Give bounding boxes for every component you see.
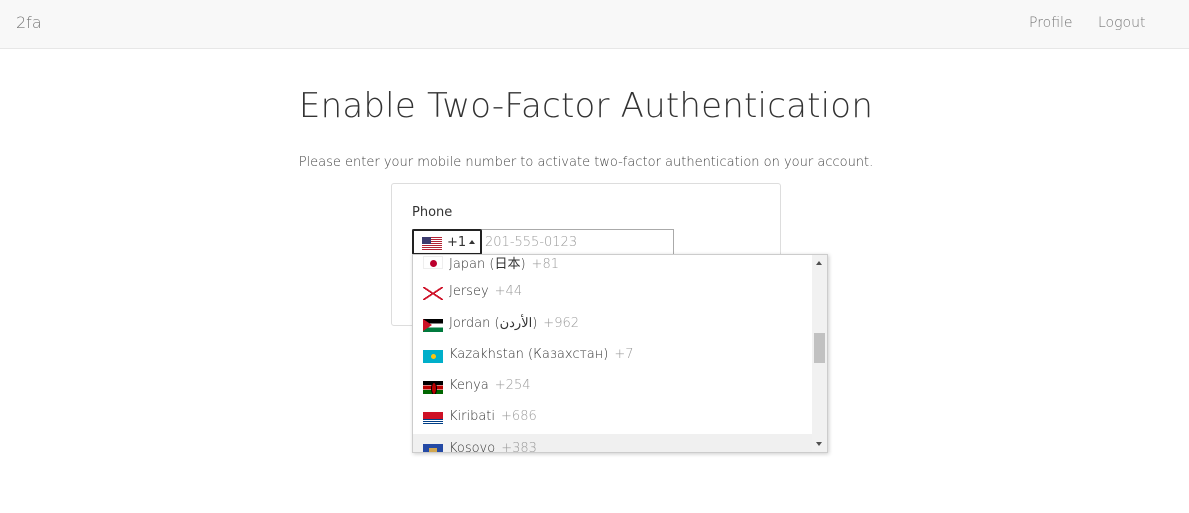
nav-link-profile[interactable]: Profile xyxy=(1029,15,1073,31)
country-option-kazakhstan[interactable]: Kazakhstan (Казахстан) +7 xyxy=(413,340,813,371)
dropdown-scrollbar[interactable] xyxy=(812,255,827,452)
country-dropdown[interactable]: Japan (日本) +81 Jersey +44 Jordan (الأردن) +… xyxy=(412,254,828,453)
caret-up-icon xyxy=(469,240,475,244)
country-name: Kazakhstan (Казахстан) xyxy=(449,346,609,362)
nav-link-logout[interactable]: Logout xyxy=(1098,15,1145,31)
country-list: Japan (日本) +81 Jersey +44 Jordan (الأردن) +… xyxy=(413,255,813,453)
country-option-kenya[interactable]: Kenya +254 xyxy=(413,371,813,402)
country-name: Japan (日本) xyxy=(449,257,526,272)
scroll-down-arrow-icon[interactable] xyxy=(816,442,822,446)
je-flag-icon xyxy=(423,287,443,301)
page-title: Enable Two-Factor Authentication xyxy=(298,86,874,126)
country-name: Kiribati xyxy=(449,409,496,425)
country-code-selector[interactable]: +1 xyxy=(412,229,482,255)
country-option-kosovo[interactable]: Kosovo +383 xyxy=(413,433,813,453)
country-name: Kenya xyxy=(449,378,489,394)
country-dial-code: +7 xyxy=(614,346,634,362)
us-flag-icon xyxy=(422,237,442,250)
country-dial-code: +44 xyxy=(494,284,523,300)
country-name: Jersey xyxy=(449,284,489,300)
kz-flag-icon xyxy=(423,349,443,363)
country-dial-code: +383 xyxy=(501,440,537,453)
selected-dial-code: +1 xyxy=(447,235,467,250)
jo-flag-icon xyxy=(423,318,443,332)
country-dial-code: +686 xyxy=(501,409,537,425)
navbar: 2fa Profile Logout xyxy=(0,0,1189,49)
country-name: Kosovo xyxy=(449,440,496,453)
country-option-japan[interactable]: Japan (日本) +81 xyxy=(413,255,813,277)
country-name: Jordan (الأردن) xyxy=(449,315,538,331)
scrollbar-thumb[interactable] xyxy=(814,333,825,363)
country-dial-code: +962 xyxy=(543,315,580,331)
xk-flag-icon xyxy=(423,443,443,452)
country-option-jordan[interactable]: Jordan (الأردن) +962 xyxy=(413,309,813,340)
country-option-kiribati[interactable]: Kiribati +686 xyxy=(413,402,813,433)
ki-flag-icon xyxy=(423,412,443,426)
ke-flag-icon xyxy=(423,381,443,395)
phone-label: Phone xyxy=(412,205,453,220)
phone-input[interactable] xyxy=(485,230,671,254)
country-dial-code: +254 xyxy=(494,378,531,394)
page-subtitle: Please enter your mobile number to activ… xyxy=(298,155,874,170)
scroll-up-arrow-icon[interactable] xyxy=(816,261,822,265)
country-option-jersey[interactable]: Jersey +44 xyxy=(413,277,813,308)
jp-flag-icon xyxy=(423,256,443,269)
country-dial-code: +81 xyxy=(531,257,559,272)
brand-link[interactable]: 2fa xyxy=(16,13,42,32)
